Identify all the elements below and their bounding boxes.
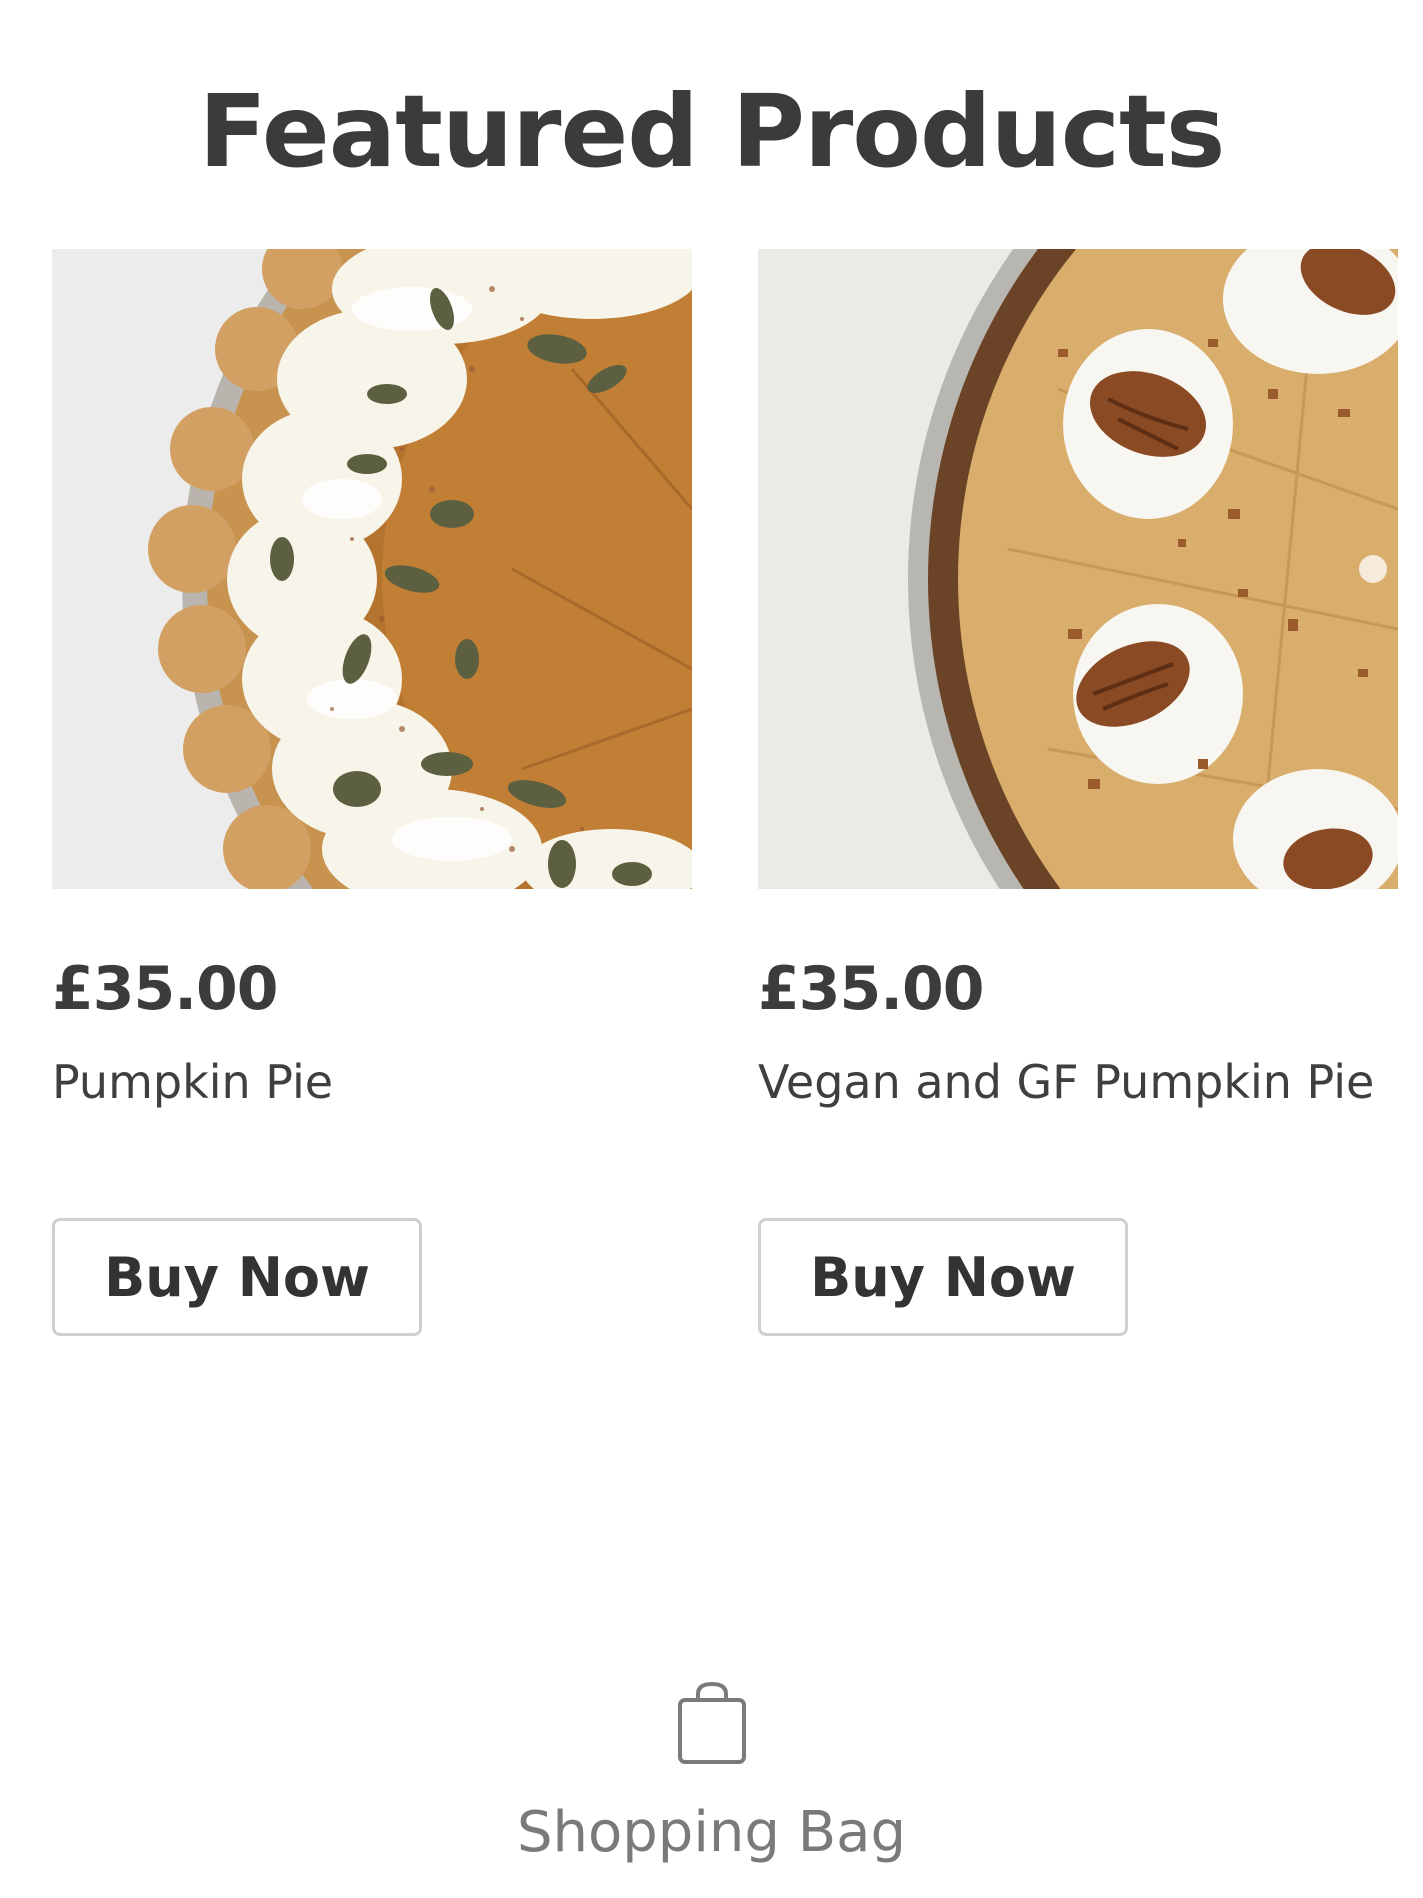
buy-now-button[interactable]: Buy Now (52, 1218, 422, 1336)
product-card: £35.00 Vegan and GF Pumpkin Pie Buy Now (758, 249, 1398, 1336)
page-title: Featured Products (198, 73, 1226, 190)
product-name[interactable]: Vegan and GF Pumpkin Pie (758, 1046, 1378, 1118)
product-price: £35.00 (758, 954, 985, 1024)
product-card: £35.00 Pumpkin Pie Buy Now (52, 249, 692, 1336)
pumpkin-pie-image[interactable] (52, 249, 692, 889)
buy-now-button[interactable]: Buy Now (758, 1218, 1128, 1336)
shopping-bag-link[interactable]: Shopping Bag (0, 1680, 1423, 1880)
shopping-bag-icon (677, 1681, 746, 1764)
product-price: £35.00 (52, 954, 279, 1024)
vegan-gf-pumpkin-pie-image[interactable] (758, 249, 1398, 889)
shopping-bag-label: Shopping Bag (516, 1800, 907, 1865)
product-name[interactable]: Pumpkin Pie (52, 1046, 672, 1118)
